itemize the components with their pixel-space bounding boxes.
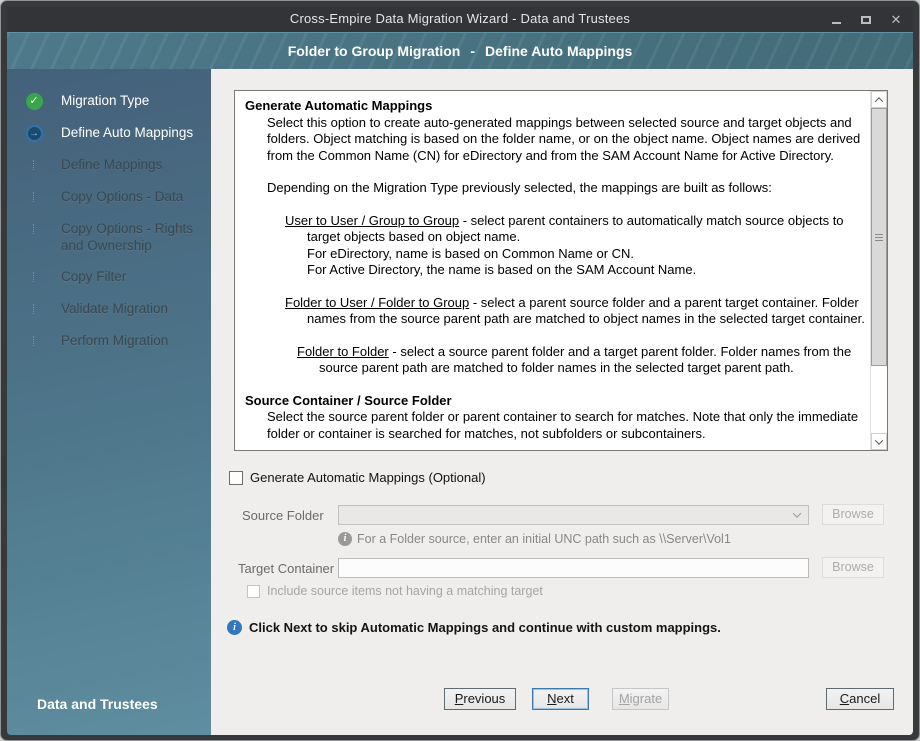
- source-folder-combobox[interactable]: [338, 505, 809, 525]
- help-paragraph: Select this option to create auto-genera…: [267, 114, 861, 163]
- sidebar-item-copy-filter: Copy Filter: [7, 269, 211, 286]
- skip-note-text: Click Next to skip Automatic Mappings an…: [249, 620, 721, 635]
- wizard-window: Cross-Empire Data Migration Wizard - Dat…: [0, 0, 920, 741]
- target-browse-button[interactable]: Browse: [822, 557, 884, 578]
- previous-button[interactable]: Previous: [444, 688, 516, 710]
- source-folder-label: Source Folder: [242, 508, 324, 523]
- migrate-button[interactable]: Migrate: [612, 688, 669, 710]
- mapping-type-note: For Active Directory, the name is based …: [307, 262, 697, 277]
- step-pending-dot-icon: [32, 160, 36, 170]
- source-folder-input[interactable]: [339, 506, 808, 524]
- maximize-icon: [861, 15, 871, 24]
- step-current-arrow-icon: [25, 125, 43, 142]
- include-items-checkbox-row: Include source items not having a matchi…: [247, 584, 543, 598]
- minimize-button[interactable]: [827, 11, 845, 29]
- scroll-down-button[interactable]: [871, 433, 887, 450]
- page-title-left: Folder to Group Migration: [287, 43, 461, 59]
- skip-note-row: Click Next to skip Automatic Mappings an…: [227, 620, 721, 635]
- generate-mappings-checkbox-row: Generate Automatic Mappings (Optional): [229, 470, 486, 485]
- target-container-label: Target Container: [238, 561, 335, 576]
- mapping-type-note: For eDirectory, name is based on Common …: [307, 245, 635, 261]
- help-text-content: Generate Automatic Mappings Select this …: [235, 91, 870, 450]
- step-pending-dot-icon: [32, 192, 36, 202]
- generate-mappings-checkbox[interactable]: [229, 470, 243, 485]
- page-title: Folder to Group Migration - Define Auto …: [288, 43, 633, 59]
- wizard-header: Folder to Group Migration - Define Auto …: [7, 32, 913, 69]
- info-icon: [227, 620, 242, 635]
- sidebar-item-copy-options-rights: Copy Options - Rights and Ownership: [7, 221, 211, 254]
- help-scrollbar[interactable]: [870, 91, 887, 450]
- help-paragraph: Depending on the Migration Type previous…: [267, 180, 772, 195]
- help-paragraph: Select the source parent folder or paren…: [267, 409, 859, 441]
- close-icon: ✕: [890, 11, 902, 27]
- window-controls: ✕: [827, 7, 905, 32]
- help-heading-source: Source Container / Source Folder: [245, 392, 452, 408]
- step-label: Copy Options - Data: [61, 189, 184, 204]
- cancel-button[interactable]: Cancel: [826, 688, 894, 710]
- step-pending-dot-icon: [32, 336, 36, 346]
- wizard-type-label: Data and Trustees: [37, 696, 158, 712]
- step-completed-check-icon: [25, 93, 43, 110]
- help-text-box: Generate Automatic Mappings Select this …: [234, 90, 888, 451]
- step-label: Copy Filter: [61, 269, 127, 284]
- step-pending-dot-icon: [32, 304, 36, 314]
- next-button[interactable]: Next: [532, 688, 589, 710]
- source-folder-hint: For a Folder source, enter an initial UN…: [357, 532, 731, 546]
- mapping-type-term: Folder to User / Folder to Group: [285, 294, 470, 310]
- step-list: Migration Type Define Auto Mappings Defi…: [7, 69, 211, 350]
- step-label: Define Auto Mappings: [61, 125, 194, 140]
- step-label: Perform Migration: [61, 333, 169, 348]
- step-label: Migration Type: [61, 93, 150, 108]
- source-folder-hint-row: For a Folder source, enter an initial UN…: [338, 532, 731, 546]
- scrollbar-thumb[interactable]: [871, 108, 887, 366]
- sidebar-item-validate-migration: Validate Migration: [7, 301, 211, 318]
- mapping-type-entry: User to User / Group to Group - select p…: [285, 213, 866, 279]
- generate-mappings-checkbox-label: Generate Automatic Mappings (Optional): [250, 470, 486, 485]
- mapping-type-term: User to User / Group to Group: [285, 212, 460, 228]
- step-pending-dot-icon: [32, 224, 36, 234]
- chevron-down-icon: [874, 435, 884, 445]
- minimize-icon: [831, 22, 841, 24]
- chevron-up-icon: [874, 96, 884, 106]
- mapping-type-entry: Folder to Folder - select a source paren…: [297, 344, 866, 377]
- source-browse-button[interactable]: Browse: [822, 504, 884, 525]
- include-items-checkbox[interactable]: [247, 584, 260, 598]
- target-container-textbox[interactable]: [338, 558, 809, 578]
- title-bar[interactable]: Cross-Empire Data Migration Wizard - Dat…: [7, 7, 913, 32]
- sidebar-item-migration-type: Migration Type: [7, 93, 211, 110]
- target-container-input[interactable]: [339, 559, 808, 577]
- maximize-button[interactable]: [857, 11, 875, 29]
- include-items-checkbox-label: Include source items not having a matchi…: [267, 584, 543, 598]
- mapping-type-desc: - select a source parent folder and a ta…: [319, 343, 852, 376]
- info-icon: [338, 532, 352, 546]
- close-button[interactable]: ✕: [887, 11, 905, 29]
- step-label: Define Mappings: [61, 157, 163, 172]
- mapping-type-entry: Folder to User / Folder to Group - selec…: [285, 295, 866, 328]
- help-heading-generate: Generate Automatic Mappings: [245, 98, 433, 113]
- mapping-type-term: Folder to Folder: [297, 343, 389, 359]
- step-label: Validate Migration: [61, 301, 169, 316]
- wizard-steps-sidebar: Migration Type Define Auto Mappings Defi…: [7, 69, 211, 735]
- page-title-right: Define Auto Mappings: [485, 43, 633, 59]
- step-pending-dot-icon: [32, 272, 36, 282]
- step-label: Copy Options - Rights and Ownership: [61, 221, 194, 253]
- sidebar-item-define-mappings: Define Mappings: [7, 157, 211, 174]
- main-panel: Generate Automatic Mappings Select this …: [211, 69, 913, 735]
- page-title-separator: -: [470, 43, 476, 59]
- sidebar-item-define-auto-mappings: Define Auto Mappings: [7, 125, 211, 142]
- scroll-up-button[interactable]: [871, 91, 887, 108]
- sidebar-item-perform-migration: Perform Migration: [7, 333, 211, 350]
- window-title: Cross-Empire Data Migration Wizard - Dat…: [289, 11, 631, 26]
- sidebar-item-copy-options-data: Copy Options - Data: [7, 189, 211, 206]
